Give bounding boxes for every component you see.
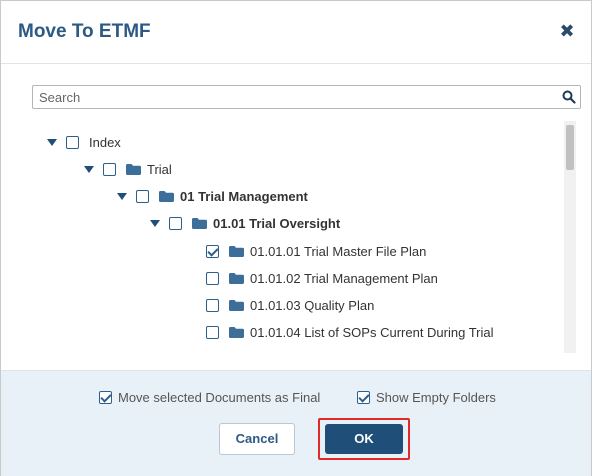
dialog-title: Move To ETMF [18, 21, 151, 42]
tree-node-label[interactable]: Trial [147, 162, 172, 177]
cancel-button[interactable]: Cancel [219, 423, 295, 455]
tree-node-label[interactable]: 01.01.02 Trial Management Plan [250, 271, 438, 286]
folder-icon [229, 272, 244, 284]
tree-node-trial: Trial [84, 158, 172, 180]
tree-scrollbar[interactable] [564, 121, 576, 353]
folder-tree: Index Trial 01 Trial Management 01.01 Tr… [32, 121, 579, 353]
expand-caret-icon[interactable] [150, 219, 160, 227]
tree-node-label[interactable]: 01.01.03 Quality Plan [250, 298, 374, 313]
tree-node-checkbox[interactable] [169, 216, 182, 230]
folder-icon [159, 190, 174, 202]
folder-icon [126, 163, 141, 175]
move-to-etmf-dialog: Move To ETMF ✖ Index Trial 01 Trial Man [0, 0, 592, 476]
search-box [32, 85, 581, 109]
move-as-final-checkbox[interactable] [99, 391, 112, 404]
tree-node-trial-management-plan: 01.01.02 Trial Management Plan [206, 267, 438, 289]
scrollbar-thumb[interactable] [566, 125, 574, 170]
dialog-footer: Move selected Documents as Final Show Em… [1, 370, 591, 476]
show-empty-folders-checkbox[interactable] [357, 391, 370, 404]
expand-caret-icon[interactable] [47, 138, 57, 146]
tree-node-label[interactable]: 01.01.04 List of SOPs Current During Tri… [250, 325, 494, 340]
tree-node-checkbox[interactable] [66, 135, 79, 149]
tree-node-trial-oversight: 01.01 Trial Oversight [150, 212, 340, 234]
tree-node-checkbox[interactable] [206, 298, 219, 312]
move-as-final-label[interactable]: Move selected Documents as Final [118, 390, 320, 405]
folder-icon [229, 326, 244, 338]
show-empty-folders-option: Show Empty Folders [357, 390, 496, 405]
tree-node-checkbox[interactable] [206, 244, 219, 258]
search-icon[interactable] [562, 90, 576, 104]
tree-node-checkbox[interactable] [206, 325, 219, 339]
ok-button[interactable]: OK [325, 424, 403, 454]
expand-caret-icon[interactable] [84, 165, 94, 173]
tree-node-label[interactable]: 01 Trial Management [180, 189, 308, 204]
tree-node-checkbox[interactable] [103, 162, 116, 176]
tree-node-trial-management: 01 Trial Management [117, 185, 308, 207]
move-as-final-option: Move selected Documents as Final [99, 390, 320, 405]
expand-caret-icon[interactable] [117, 192, 127, 200]
tree-node-label[interactable]: 01.01 Trial Oversight [213, 216, 340, 231]
tree-node-index: Index [47, 131, 121, 153]
tree-node-label[interactable]: 01.01.01 Trial Master File Plan [250, 244, 426, 259]
folder-icon [192, 217, 207, 229]
tree-node-list-of-sops: 01.01.04 List of SOPs Current During Tri… [206, 321, 494, 343]
tree-node-quality-plan: 01.01.03 Quality Plan [206, 294, 374, 316]
tree-node-checkbox[interactable] [136, 189, 149, 203]
tree-node-trial-master-file-plan: 01.01.01 Trial Master File Plan [206, 240, 426, 262]
show-empty-folders-label[interactable]: Show Empty Folders [376, 390, 496, 405]
dialog-header: Move To ETMF ✖ [1, 1, 591, 64]
close-icon[interactable]: ✖ [557, 21, 577, 41]
tree-node-label[interactable]: Index [89, 135, 121, 150]
folder-icon [229, 245, 244, 257]
folder-icon [229, 299, 244, 311]
search-input[interactable] [33, 86, 553, 108]
tree-node-checkbox[interactable] [206, 271, 219, 285]
